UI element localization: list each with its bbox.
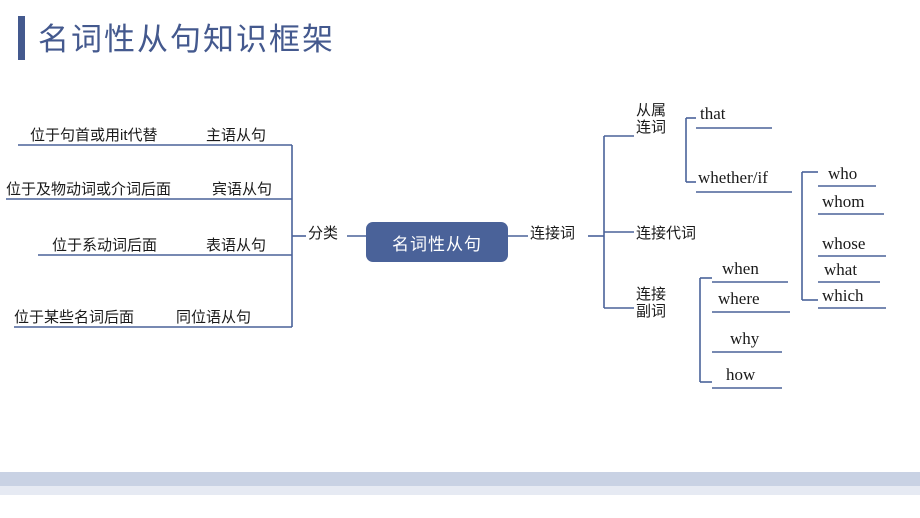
left-item-desc-3: 位于系动词后面 [52, 237, 158, 254]
left-connector-label: 分类 [308, 225, 339, 242]
center-node[interactable]: 名词性从句 [366, 222, 508, 262]
right-leaf-whose: whose [822, 234, 866, 253]
right-leaf-where: where [718, 289, 760, 308]
title-accent-bar [18, 16, 25, 60]
left-item-type-2: 宾语从句 [212, 181, 273, 198]
right-leaf-when: when [722, 259, 759, 278]
right-group-label-3: 连接 副词 [636, 286, 667, 320]
footer-band-upper [0, 472, 920, 486]
left-item-type-4: 同位语从句 [176, 309, 252, 326]
right-connector-label: 连接词 [530, 225, 576, 242]
right-leaf-why: why [730, 329, 760, 348]
left-item-type-1: 主语从句 [206, 127, 267, 144]
page-title: 名词性从句知识框架 [38, 22, 335, 57]
right-leaf-who: who [828, 164, 858, 183]
left-item-desc-4: 位于某些名词后面 [14, 309, 135, 326]
right-leaf-whom: whom [822, 192, 865, 211]
right-group-label-2: 连接代词 [636, 225, 697, 242]
right-leaf-how: how [726, 365, 756, 384]
left-item-desc-1: 位于句首或用it代替 [30, 127, 158, 144]
footer-band-lower [0, 486, 920, 495]
right-leaf-which: which [822, 286, 864, 305]
left-item-desc-2: 位于及物动词或介词后面 [6, 181, 172, 198]
right-group-label-1: 从属 连词 [636, 102, 667, 136]
right-leaf-whether-if: whether/if [698, 168, 768, 187]
right-leaf-what: what [824, 260, 858, 279]
right-leaf-that: that [700, 104, 726, 123]
slide-canvas: 名词性从句知识框架 名词性从句 分类 位于句首或用it代替 主语从句 位于及物动… [0, 0, 920, 518]
left-item-type-3: 表语从句 [206, 237, 267, 254]
